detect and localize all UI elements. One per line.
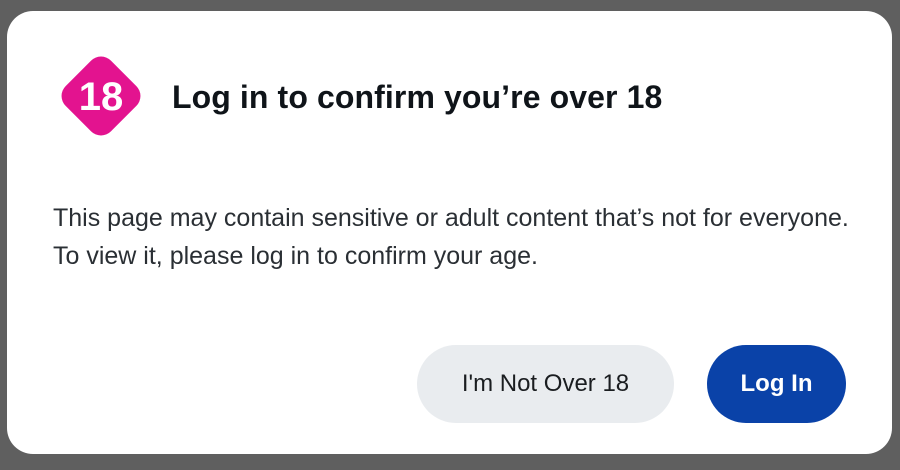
log-in-button[interactable]: Log In bbox=[707, 345, 846, 423]
badge-label: 18 bbox=[79, 75, 124, 119]
dialog-message: This page may contain sensitive or adult… bbox=[53, 204, 849, 270]
not-over-18-button[interactable]: I'm Not Over 18 bbox=[417, 345, 674, 423]
age-confirmation-dialog: 18 Log in to confirm you’re over 18 This… bbox=[7, 11, 892, 454]
age-18-badge-icon: 18 bbox=[53, 48, 149, 144]
dialog-title: Log in to confirm you’re over 18 bbox=[172, 79, 663, 115]
